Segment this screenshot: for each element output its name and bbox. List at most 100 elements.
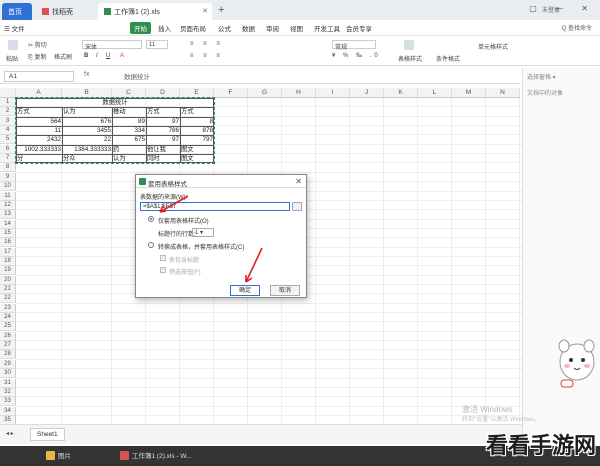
- paste-icon[interactable]: [8, 40, 18, 50]
- row-header[interactable]: 18: [0, 256, 16, 266]
- tab-home[interactable]: 首页: [2, 3, 32, 20]
- formula-input[interactable]: 数据统计: [124, 71, 150, 81]
- row-header[interactable]: 28: [0, 350, 16, 360]
- condition-format-button[interactable]: 条件格式: [436, 54, 460, 63]
- row-header[interactable]: 23: [0, 303, 16, 313]
- align-icons[interactable]: ≡ ≡ ≡: [190, 53, 224, 59]
- menu-insert[interactable]: 插入: [158, 23, 171, 33]
- number-buttons[interactable]: ¥ % ‰ .0: [332, 53, 381, 59]
- taskbar-item-pictures[interactable]: 图片: [46, 450, 71, 460]
- row-header[interactable]: 33: [0, 397, 16, 407]
- has-header-checkbox[interactable]: ✓: [160, 255, 166, 261]
- menu-start[interactable]: 开始: [130, 22, 151, 34]
- cell-style-button[interactable]: 单元格样式: [478, 42, 508, 51]
- font-select[interactable]: 宋体: [82, 40, 142, 51]
- copy-button[interactable]: ⎘ 复制: [28, 52, 46, 62]
- search-command[interactable]: Q 查找命令: [562, 23, 592, 32]
- option-style-only-label[interactable]: 仅套用表格样式(O): [158, 216, 209, 225]
- sheet-tab[interactable]: Sheet1: [30, 428, 65, 441]
- option-convert-radio[interactable]: [148, 242, 154, 248]
- underline-icon[interactable]: U: [106, 53, 110, 59]
- taskbar-item-workbook[interactable]: 工作簿1 (2).xls - W...: [120, 450, 192, 460]
- row-header[interactable]: 32: [0, 387, 16, 397]
- row-header[interactable]: 8: [0, 163, 16, 173]
- number-format-select[interactable]: 常规: [332, 40, 376, 51]
- row-header[interactable]: 25: [0, 322, 16, 332]
- menu-developer[interactable]: 开发工具: [314, 23, 340, 33]
- source-range-input[interactable]: =$A$1:$E$7: [140, 202, 290, 211]
- font-color-icon[interactable]: A: [120, 53, 124, 59]
- row-header[interactable]: 19: [0, 266, 16, 276]
- column-header[interactable]: K: [384, 88, 418, 98]
- align-top-icons[interactable]: ≡ ≡ ≡: [190, 41, 224, 47]
- table-style-button[interactable]: 表格样式: [398, 54, 422, 63]
- option-convert-label[interactable]: 转换成表格，并套用表格样式(C): [158, 242, 244, 251]
- select-all-corner[interactable]: [0, 88, 16, 98]
- name-box[interactable]: A1: [4, 71, 74, 82]
- font-size-select[interactable]: 11: [146, 40, 168, 49]
- row-header[interactable]: 9: [0, 172, 16, 182]
- row-header[interactable]: 7: [0, 154, 16, 164]
- header-rows-spinner[interactable]: 1 ▾: [192, 228, 214, 237]
- menu-file[interactable]: ☰ 文件: [4, 23, 25, 33]
- row-header[interactable]: 24: [0, 313, 16, 323]
- row-header[interactable]: 10: [0, 182, 16, 192]
- option-style-only-radio[interactable]: [148, 216, 154, 222]
- column-header[interactable]: F: [214, 88, 248, 98]
- column-header[interactable]: G: [248, 88, 282, 98]
- menu-member[interactable]: 会员专享: [346, 23, 372, 33]
- filter-button-checkbox[interactable]: ✓: [160, 267, 166, 273]
- row-header[interactable]: 30: [0, 369, 16, 379]
- row-header[interactable]: 11: [0, 191, 16, 201]
- row-header[interactable]: 6: [0, 144, 16, 154]
- row-header[interactable]: 29: [0, 359, 16, 369]
- tab-daoke[interactable]: 找稻壳: [36, 3, 94, 20]
- row-header[interactable]: 20: [0, 275, 16, 285]
- column-header[interactable]: L: [418, 88, 452, 98]
- column-header[interactable]: J: [350, 88, 384, 98]
- close-tab-icon[interactable]: ✕: [202, 7, 208, 15]
- row-header[interactable]: 4: [0, 126, 16, 136]
- row-header[interactable]: 2: [0, 107, 16, 117]
- menu-data[interactable]: 数据: [242, 23, 255, 33]
- row-header[interactable]: 13: [0, 210, 16, 220]
- menu-formula[interactable]: 公式: [218, 23, 231, 33]
- row-header[interactable]: 16: [0, 238, 16, 248]
- row-header[interactable]: 12: [0, 200, 16, 210]
- row-header[interactable]: 31: [0, 378, 16, 388]
- row-header[interactable]: 26: [0, 331, 16, 341]
- range-picker-icon[interactable]: [292, 202, 302, 211]
- paste-label[interactable]: 粘贴: [6, 54, 18, 63]
- row-header[interactable]: 17: [0, 247, 16, 257]
- menu-page-layout[interactable]: 页面布局: [180, 23, 206, 33]
- dialog-close-icon[interactable]: ✕: [295, 177, 302, 186]
- row-header[interactable]: 22: [0, 294, 16, 304]
- column-header[interactable]: M: [452, 88, 486, 98]
- italic-icon[interactable]: I: [96, 53, 98, 59]
- row-header[interactable]: 21: [0, 285, 16, 294]
- column-header[interactable]: I: [316, 88, 350, 98]
- menu-view[interactable]: 视图: [290, 23, 303, 33]
- window-controls[interactable]: ▢ — ✕: [529, 4, 596, 13]
- row-header[interactable]: 1: [0, 98, 16, 107]
- row-header[interactable]: 5: [0, 135, 16, 145]
- menu-review[interactable]: 审阅: [266, 23, 279, 33]
- selection-pane-title[interactable]: 选择窗格 ▾: [527, 72, 556, 81]
- column-header[interactable]: H: [282, 88, 316, 98]
- table-style-icon[interactable]: [404, 40, 414, 50]
- column-header[interactable]: N: [486, 88, 520, 98]
- tab-workbook[interactable]: 工作簿1 (2).xls ✕: [98, 3, 212, 20]
- format-painter-button[interactable]: 格式刷: [54, 52, 72, 61]
- cancel-button[interactable]: 取消: [270, 285, 300, 296]
- bold-icon[interactable]: B: [84, 53, 88, 59]
- row-header[interactable]: 34: [0, 406, 16, 416]
- row-header[interactable]: 3: [0, 116, 16, 126]
- row-header[interactable]: 15: [0, 228, 16, 238]
- fx-icon[interactable]: fx: [84, 71, 89, 78]
- new-tab-icon[interactable]: +: [218, 4, 224, 16]
- ok-button[interactable]: 确定: [230, 285, 260, 296]
- row-header[interactable]: 27: [0, 341, 16, 351]
- cut-button[interactable]: ✂ 剪切: [28, 40, 47, 49]
- sheet-nav-icons[interactable]: ◂ ▸: [6, 430, 14, 437]
- row-header[interactable]: 14: [0, 219, 16, 229]
